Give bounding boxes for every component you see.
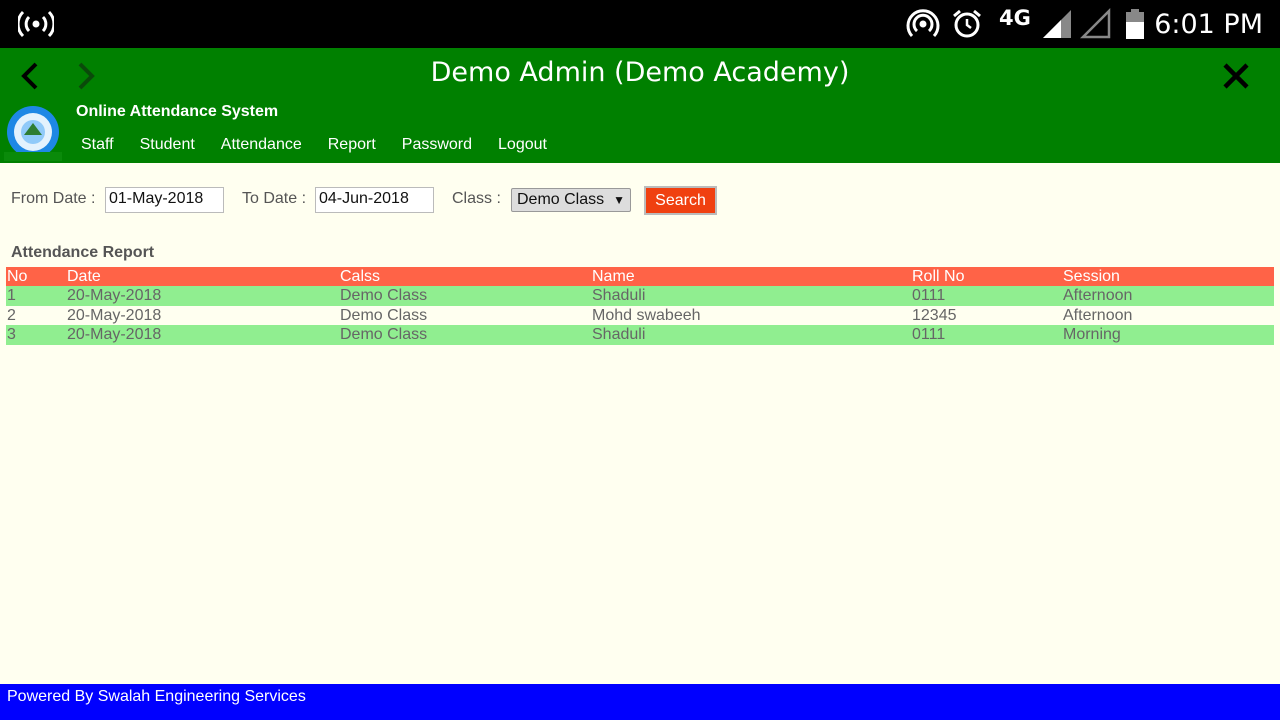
cell-no: 3 — [6, 325, 66, 345]
status-bar: 4G 6:01 PM — [0, 0, 1280, 48]
table-row: 3 20-May-2018 Demo Class Shaduli 0111 Mo… — [6, 325, 1274, 345]
battery-icon — [1124, 0, 1146, 48]
cell-session: Afternoon — [1062, 305, 1274, 325]
from-date-input[interactable]: 01-May-2018 — [105, 187, 224, 213]
cell-class: Demo Class — [339, 286, 591, 306]
report-title: Attendance Report — [11, 244, 155, 261]
footer: Powered By Swalah Engineering Services — [0, 684, 1280, 720]
window-title: Demo Admin (Demo Academy) — [430, 57, 850, 88]
cell-name: Mohd swabeeh — [591, 305, 911, 325]
menu-item-staff[interactable]: Staff — [68, 136, 127, 154]
filter-bar: From Date : 01-May-2018 To Date : 04-Jun… — [0, 186, 1280, 215]
cell-date: 20-May-2018 — [66, 325, 339, 345]
close-icon — [1223, 63, 1249, 89]
column-header-session: Session — [1062, 267, 1274, 286]
network-type: 4G — [999, 6, 1031, 30]
signal-empty-icon — [1080, 0, 1112, 48]
hotspot-icon — [906, 0, 940, 48]
app-name: Online Attendance System — [76, 103, 279, 120]
menu-item-password[interactable]: Password — [389, 136, 485, 154]
class-label: Class : — [452, 190, 501, 207]
menu-item-attendance[interactable]: Attendance — [208, 136, 315, 154]
table-row: 1 20-May-2018 Demo Class Shaduli 0111 Af… — [6, 286, 1274, 306]
to-date-label: To Date : — [242, 190, 307, 207]
cell-name: Shaduli — [591, 286, 911, 306]
table-header-row: No Date Calss Name Roll No Session — [6, 267, 1274, 286]
cell-roll-no: 0111 — [911, 325, 1062, 345]
main-menu: Staff Student Attendance Report Password… — [68, 136, 560, 154]
cell-class: Demo Class — [339, 325, 591, 345]
column-header-roll-no: Roll No — [911, 267, 1062, 286]
clock: 6:01 PM — [1154, 8, 1263, 40]
class-select[interactable]: Demo Class ▼ — [511, 188, 631, 212]
column-header-no: No — [6, 267, 66, 286]
table-row: 2 20-May-2018 Demo Class Mohd swabeeh 12… — [6, 305, 1274, 325]
cell-date: 20-May-2018 — [66, 305, 339, 325]
menu-item-report[interactable]: Report — [315, 136, 389, 154]
cell-roll-no: 0111 — [911, 286, 1062, 306]
menu-item-logout[interactable]: Logout — [485, 136, 560, 154]
broadcast-icon — [18, 0, 54, 48]
from-date-label: From Date : — [11, 190, 96, 207]
menu-item-student[interactable]: Student — [127, 136, 208, 154]
column-header-class: Calss — [339, 267, 591, 286]
cell-session: Morning — [1062, 325, 1274, 345]
app-header: Demo Admin (Demo Academy) Online Attenda… — [0, 48, 1280, 163]
cell-no: 1 — [6, 286, 66, 306]
search-button[interactable]: Search — [644, 186, 717, 215]
cell-roll-no: 12345 — [911, 305, 1062, 325]
dropdown-arrow-icon: ▼ — [613, 193, 625, 207]
cell-session: Afternoon — [1062, 286, 1274, 306]
academy-logo — [2, 105, 64, 163]
to-date-input[interactable]: 04-Jun-2018 — [315, 187, 434, 213]
column-header-name: Name — [591, 267, 911, 286]
alarm-icon — [951, 0, 983, 48]
cell-class: Demo Class — [339, 305, 591, 325]
attendance-table: No Date Calss Name Roll No Session 1 20-… — [6, 267, 1274, 345]
cell-no: 2 — [6, 305, 66, 325]
class-select-value: Demo Class — [517, 191, 605, 208]
column-header-date: Date — [66, 267, 339, 286]
close-button[interactable] — [1216, 56, 1256, 96]
cell-date: 20-May-2018 — [66, 286, 339, 306]
signal-icon — [1041, 0, 1073, 48]
cell-name: Shaduli — [591, 325, 911, 345]
